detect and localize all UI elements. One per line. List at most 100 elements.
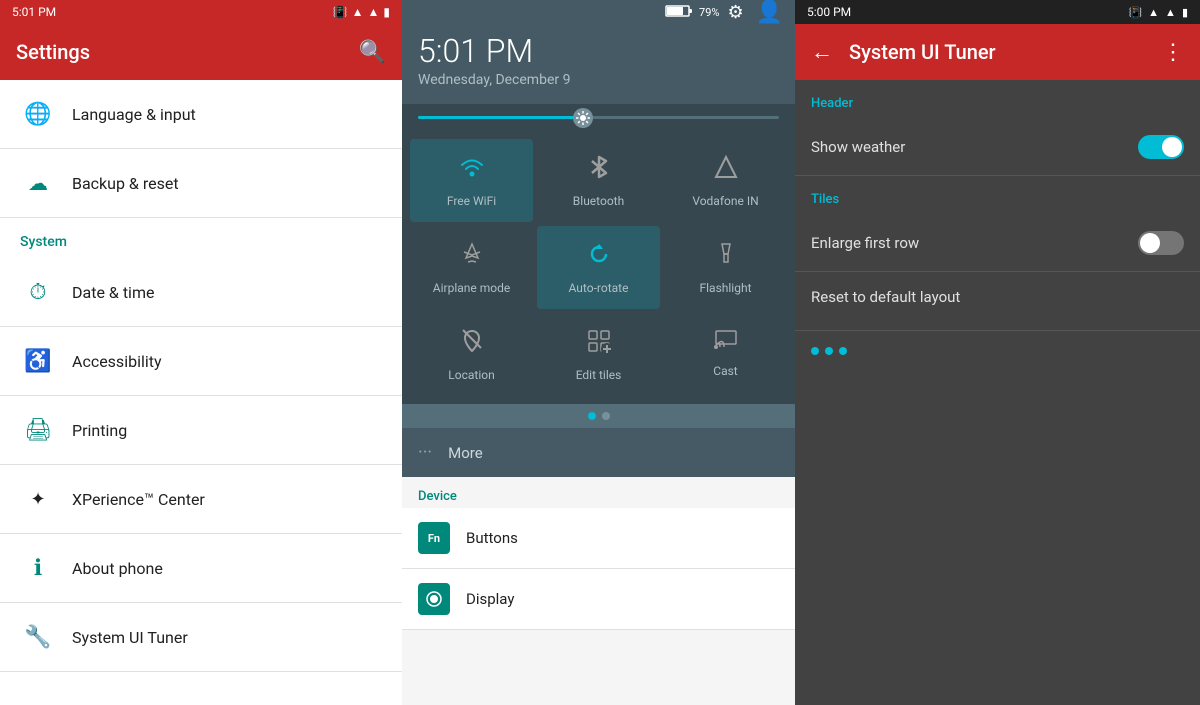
settings-title: Settings bbox=[16, 40, 90, 64]
tiles-section-label: Tiles bbox=[795, 176, 1200, 215]
tuner-divider bbox=[795, 330, 1200, 331]
tuner-wifi-icon: ▲ bbox=[1148, 6, 1159, 19]
tuner-more-menu[interactable]: ⋮ bbox=[1162, 40, 1184, 65]
gear-icon[interactable]: ⚙ bbox=[727, 2, 743, 23]
tuner-page-dots bbox=[795, 339, 1200, 363]
show-weather-label: Show weather bbox=[811, 138, 905, 156]
qs-dot-1 bbox=[588, 412, 596, 420]
backup-label: Backup & reset bbox=[72, 174, 179, 193]
datetime-icon: ⏱ bbox=[20, 274, 56, 310]
xperience-icon: ✦ bbox=[20, 481, 56, 517]
flashlight-tile-label: Flashlight bbox=[700, 281, 752, 295]
tuner-status-icons: 📳 ▲ ▲ ▮ bbox=[1128, 6, 1188, 19]
settings-item-datetime[interactable]: ⏱ Date & time bbox=[0, 258, 402, 327]
qs-device-section: Device Fn Buttons Display bbox=[402, 477, 795, 705]
tuner-enlarge-row[interactable]: Enlarge first row bbox=[795, 215, 1200, 272]
enlarge-toggle-thumb bbox=[1140, 233, 1160, 253]
qs-tile-location[interactable]: Location bbox=[410, 313, 533, 396]
tuner-show-weather[interactable]: Show weather bbox=[795, 119, 1200, 176]
header-section-label: Header bbox=[795, 80, 1200, 119]
backup-icon: ☁ bbox=[20, 165, 56, 201]
brightness-slider[interactable] bbox=[418, 116, 779, 119]
device-section-header: Device bbox=[402, 477, 795, 508]
brightness-fill bbox=[418, 116, 580, 119]
device-item-display[interactable]: Display bbox=[402, 569, 795, 630]
tuner-dot-2 bbox=[825, 347, 833, 355]
more-label: More bbox=[448, 444, 483, 462]
qs-top-icons: ⚙ 👤 bbox=[727, 0, 783, 25]
language-label: Language & input bbox=[72, 105, 196, 124]
brightness-thumb bbox=[573, 108, 593, 128]
rotate-tile-icon bbox=[585, 240, 613, 275]
wifi-tile-icon bbox=[458, 153, 486, 188]
vibrate-icon: 📳 bbox=[333, 5, 348, 19]
settings-panel: 5:01 PM 📳 ▲ ▲ ▮ Settings 🔍 🌐 Language & … bbox=[0, 0, 402, 705]
tuner-signal-icon: ▲ bbox=[1165, 6, 1176, 19]
airplane-tile-icon bbox=[458, 240, 486, 275]
bluetooth-tile-icon bbox=[587, 153, 611, 188]
qs-time: 5:01 PM bbox=[418, 32, 779, 70]
battery-percent bbox=[665, 4, 693, 21]
signal-icon: ▲ bbox=[368, 5, 380, 19]
qs-tile-edittiles[interactable]: Edit tiles bbox=[537, 313, 660, 396]
tuner-time: 5:00 PM bbox=[807, 5, 851, 19]
autorotate-tile-label: Auto-rotate bbox=[569, 281, 629, 295]
show-weather-toggle[interactable] bbox=[1138, 135, 1184, 159]
toggle-thumb bbox=[1162, 137, 1182, 157]
buttons-icon: Fn bbox=[418, 522, 450, 554]
settings-item-language[interactable]: 🌐 Language & input bbox=[0, 80, 402, 149]
qs-brightness-bar[interactable] bbox=[402, 104, 795, 131]
qs-tile-cast[interactable]: Cast bbox=[664, 313, 787, 396]
buttons-label: Buttons bbox=[466, 529, 518, 547]
settings-item-backup[interactable]: ☁ Backup & reset bbox=[0, 149, 402, 218]
cast-tile-icon bbox=[712, 327, 740, 358]
bluetooth-tile-label: Bluetooth bbox=[573, 194, 624, 208]
tuner-dot-3 bbox=[839, 347, 847, 355]
flashlight-tile-icon bbox=[714, 240, 738, 275]
qs-status-bar: 79% ⚙ 👤 bbox=[402, 0, 795, 24]
qs-page-dots bbox=[402, 404, 795, 428]
settings-list: 🌐 Language & input ☁ Backup & reset Syst… bbox=[0, 80, 402, 705]
qs-date: Wednesday, December 9 bbox=[418, 72, 779, 88]
display-icon bbox=[418, 583, 450, 615]
enlarge-first-row-label: Enlarge first row bbox=[811, 234, 919, 252]
tuner-status-bar: 5:00 PM 📳 ▲ ▲ ▮ bbox=[795, 0, 1200, 24]
edit-tile-icon bbox=[585, 327, 613, 362]
edit-tiles-label: Edit tiles bbox=[576, 368, 622, 382]
location-tile-label: Location bbox=[448, 368, 494, 382]
tuner-content: Header Show weather Tiles Enlarge first … bbox=[795, 80, 1200, 705]
quick-settings-panel: 79% ⚙ 👤 5:01 PM Wednesday, December 9 bbox=[402, 0, 795, 705]
search-icon[interactable]: 🔍 bbox=[359, 40, 386, 65]
enlarge-row-toggle[interactable] bbox=[1138, 231, 1184, 255]
qs-tile-flashlight[interactable]: Flashlight bbox=[664, 226, 787, 309]
qs-tile-wifi[interactable]: Free WiFi bbox=[410, 139, 533, 222]
qs-tile-signal[interactable]: Vodafone IN bbox=[664, 139, 787, 222]
qs-tile-airplane[interactable]: Airplane mode bbox=[410, 226, 533, 309]
ui-tuner-icon: 🔧 bbox=[20, 619, 56, 655]
settings-time: 5:01 PM bbox=[12, 5, 56, 19]
airplane-tile-label: Airplane mode bbox=[433, 281, 510, 295]
printing-label: Printing bbox=[72, 421, 127, 440]
about-label: About phone bbox=[72, 559, 163, 578]
settings-item-accessibility[interactable]: ♿ Accessibility bbox=[0, 327, 402, 396]
settings-item-about[interactable]: ℹ About phone bbox=[0, 534, 402, 603]
reset-layout-button[interactable]: Reset to default layout bbox=[795, 272, 1200, 322]
qs-tile-autorotate[interactable]: Auto-rotate bbox=[537, 226, 660, 309]
settings-item-printing[interactable]: 🖨 Printing bbox=[0, 396, 402, 465]
wifi-tile-label: Free WiFi bbox=[447, 194, 496, 208]
qs-dot-2 bbox=[602, 412, 610, 420]
qs-more-button[interactable]: ··· More bbox=[402, 428, 795, 477]
printing-icon: 🖨 bbox=[20, 412, 56, 448]
settings-status-icons: 📳 ▲ ▲ ▮ bbox=[333, 5, 390, 19]
user-avatar[interactable]: 👤 bbox=[756, 0, 783, 25]
settings-item-ui-tuner[interactable]: 🔧 System UI Tuner bbox=[0, 603, 402, 672]
settings-item-xperience[interactable]: ✦ XPerience™ Center bbox=[0, 465, 402, 534]
device-item-buttons[interactable]: Fn Buttons bbox=[402, 508, 795, 569]
back-button[interactable]: ← bbox=[811, 39, 833, 65]
reset-layout-label: Reset to default layout bbox=[811, 288, 960, 306]
battery-text: 79% bbox=[699, 6, 719, 19]
qs-tile-bluetooth[interactable]: Bluetooth bbox=[537, 139, 660, 222]
more-dots-icon: ··· bbox=[418, 442, 432, 463]
tuner-vibrate-icon: 📳 bbox=[1128, 6, 1142, 19]
signal-tile-label: Vodafone IN bbox=[692, 194, 758, 208]
